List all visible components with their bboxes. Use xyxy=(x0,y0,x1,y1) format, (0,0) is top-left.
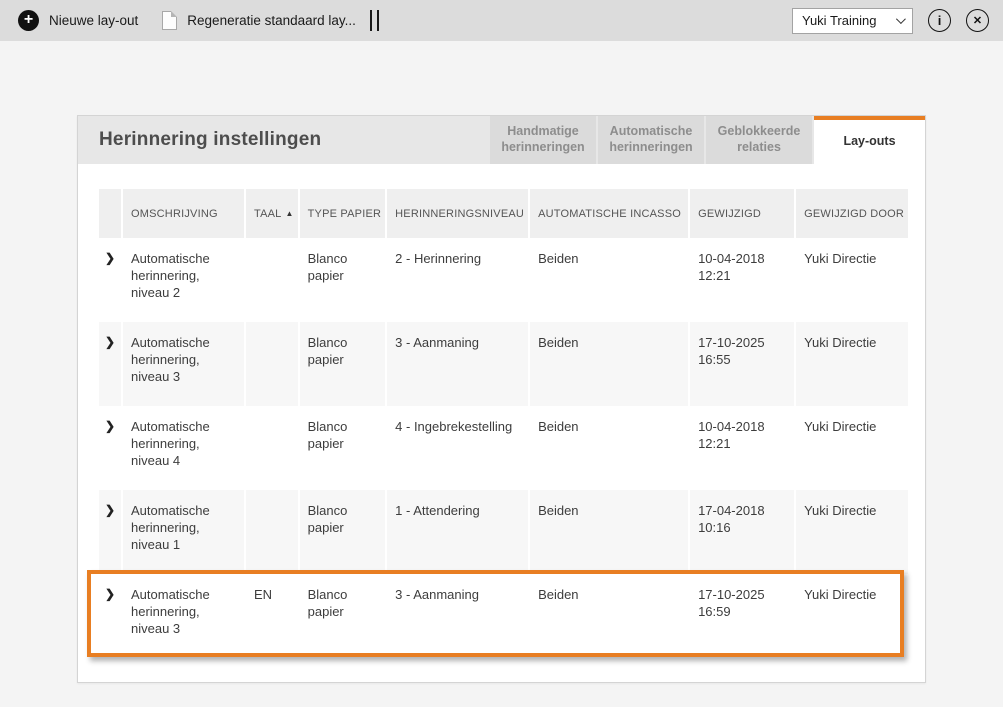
table-row-highlighted[interactable]: ❯ Automatische herinnering, niveau 3 EN … xyxy=(99,574,909,658)
tab-geblokkeerde-relaties[interactable]: Geblokkeerde relaties xyxy=(706,116,812,164)
cell-gewijzigd: 10-04-2018 12:21 xyxy=(690,238,795,322)
expand-chevron-icon[interactable]: ❯ xyxy=(99,406,121,490)
cell-automatische-incasso: Beiden xyxy=(530,574,689,658)
table-row[interactable]: ❯ Automatische herinnering, niveau 1 Bla… xyxy=(99,490,909,574)
cell-gewijzigd-door: Yuki Directie xyxy=(796,406,909,490)
column-header-omschrijving[interactable]: OMSCHRIJVING xyxy=(123,189,244,238)
layouts-table: OMSCHRIJVING TAAL ▲ TYPE PAPIER HERINNERI… xyxy=(97,189,910,658)
cell-gewijzigd: 17-10-2025 16:55 xyxy=(690,322,795,406)
close-icon: ✕ xyxy=(972,15,983,27)
new-layout-button[interactable]: + Nieuwe lay-out xyxy=(18,10,138,31)
regenerate-layout-button[interactable]: Regeneratie standaard lay... xyxy=(138,11,356,30)
company-select-value: Yuki Training xyxy=(802,13,877,28)
cell-omschrijving: Automatische herinnering, niveau 4 xyxy=(123,406,244,490)
cell-gewijzigd-door: Yuki Directie xyxy=(796,322,909,406)
tab-automatische-herinneringen[interactable]: Automatische herinneringen xyxy=(598,116,704,164)
column-header-automatische-incasso[interactable]: AUTOMATISCHE INCASSO xyxy=(530,189,689,238)
page-title: Herinnering instellingen xyxy=(99,129,322,150)
cell-herinneringsniveau: 3 - Aanmaning xyxy=(387,322,529,406)
close-button[interactable]: ✕ xyxy=(966,9,989,32)
toolbar-right: Yuki Training i ✕ xyxy=(792,7,989,34)
info-button[interactable]: i xyxy=(928,9,951,32)
table-row[interactable]: ❯ Automatische herinnering, niveau 3 Bla… xyxy=(99,322,909,406)
cell-omschrijving: Automatische herinnering, niveau 3 xyxy=(123,322,244,406)
column-header-herinneringsniveau[interactable]: HERINNERINGSNIVEAU xyxy=(387,189,529,238)
cell-taal xyxy=(246,406,298,490)
cell-taal: EN xyxy=(246,574,298,658)
cell-herinneringsniveau: 1 - Attendering xyxy=(387,490,529,574)
cell-taal xyxy=(246,322,298,406)
expand-chevron-icon[interactable]: ❯ xyxy=(99,238,121,322)
chevron-down-icon xyxy=(895,14,906,25)
new-layout-label: Nieuwe lay-out xyxy=(49,13,139,28)
tab-lay-outs[interactable]: Lay-outs xyxy=(814,116,925,164)
tab-bar: Handmatige herinneringen Automatische he… xyxy=(488,116,925,164)
table-row[interactable]: ❯ Automatische herinnering, niveau 4 Bla… xyxy=(99,406,909,490)
expand-chevron-icon[interactable]: ❯ xyxy=(99,322,121,406)
cell-gewijzigd-door: Yuki Directie xyxy=(796,238,909,322)
company-select[interactable]: Yuki Training xyxy=(792,7,913,34)
cell-herinneringsniveau: 2 - Herinnering xyxy=(387,238,529,322)
cell-automatische-incasso: Beiden xyxy=(530,238,689,322)
cell-taal xyxy=(246,238,298,322)
cell-gewijzigd-door: Yuki Directie xyxy=(796,490,909,574)
table-header-row: OMSCHRIJVING TAAL ▲ TYPE PAPIER HERINNERI… xyxy=(99,189,909,238)
regenerate-layout-label: Regeneratie standaard lay... xyxy=(187,13,356,28)
cell-omschrijving: Automatische herinnering, niveau 2 xyxy=(123,238,244,322)
panel-header: Herinnering instellingen Handmatige heri… xyxy=(78,116,925,164)
expand-chevron-icon[interactable]: ❯ xyxy=(99,574,121,658)
cell-herinneringsniveau: 4 - Ingebrekestelling xyxy=(387,406,529,490)
cell-omschrijving: Automatische herinnering, niveau 1 xyxy=(123,490,244,574)
cell-type-papier: Blanco papier xyxy=(299,406,386,490)
column-header-taal[interactable]: TAAL ▲ xyxy=(246,189,298,238)
cell-automatische-incasso: Beiden xyxy=(530,322,689,406)
info-icon: i xyxy=(937,13,942,28)
toolbar: + Nieuwe lay-out Regeneratie standaard l… xyxy=(0,0,1003,41)
cell-type-papier: Blanco papier xyxy=(299,490,386,574)
document-icon xyxy=(162,11,178,30)
cell-omschrijving: Automatische herinnering, niveau 3 xyxy=(123,574,244,658)
table-row[interactable]: ❯ Automatische herinnering, niveau 2 Bla… xyxy=(99,238,909,322)
tab-handmatige-herinneringen[interactable]: Handmatige herinneringen xyxy=(490,116,596,164)
cell-type-papier: Blanco papier xyxy=(299,574,386,658)
cell-gewijzigd: 17-10-2025 16:59 xyxy=(690,574,795,658)
cell-herinneringsniveau: 3 - Aanmaning xyxy=(387,574,529,658)
expand-chevron-icon[interactable]: ❯ xyxy=(99,490,121,574)
column-header-gewijzigd-door[interactable]: GEWIJZIGD DOOR xyxy=(796,189,909,238)
cell-taal xyxy=(246,490,298,574)
cell-automatische-incasso: Beiden xyxy=(530,490,689,574)
cell-automatische-incasso: Beiden xyxy=(530,406,689,490)
sort-asc-icon: ▲ xyxy=(285,208,294,218)
cell-type-papier: Blanco papier xyxy=(299,322,386,406)
column-header-gewijzigd[interactable]: GEWIJZIGD xyxy=(690,189,795,238)
cell-gewijzigd: 10-04-2018 12:21 xyxy=(690,406,795,490)
toolbar-separator xyxy=(369,10,379,31)
reminder-settings-panel: Herinnering instellingen Handmatige heri… xyxy=(77,115,926,683)
column-header-type-papier[interactable]: TYPE PAPIER xyxy=(299,189,386,238)
cell-gewijzigd-door: Yuki Directie xyxy=(796,574,909,658)
cell-gewijzigd: 17-04-2018 10:16 xyxy=(690,490,795,574)
cell-type-papier: Blanco papier xyxy=(299,238,386,322)
plus-icon: + xyxy=(18,10,39,31)
column-header-expander xyxy=(99,189,121,238)
